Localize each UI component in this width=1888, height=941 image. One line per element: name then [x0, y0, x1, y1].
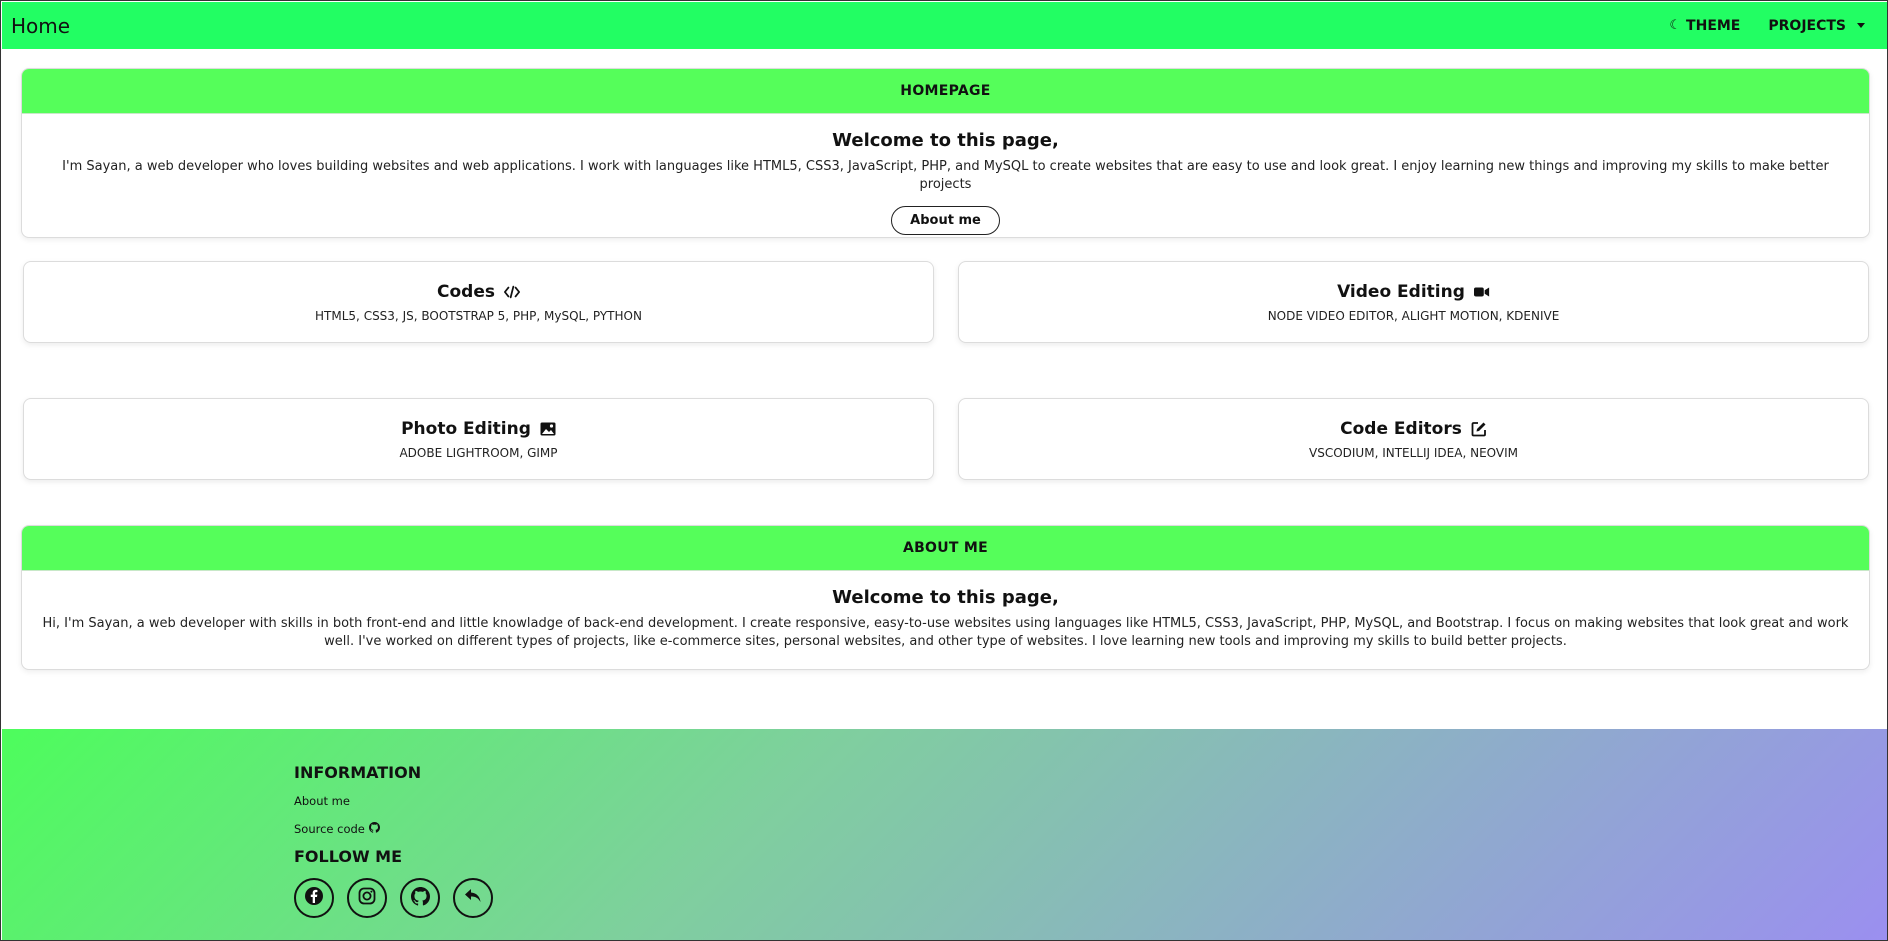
skill-text: HTML5, CSS3, JS, BOOTSTRAP 5, PHP, MySQL… [315, 308, 642, 323]
video-camera-icon [1473, 284, 1490, 300]
nav-right: ☾ THEME PROJECTS [1669, 18, 1865, 34]
navbar: Home ☾ THEME PROJECTS [2, 2, 1887, 49]
facebook-icon [304, 886, 324, 910]
image-icon [540, 421, 556, 437]
page: Home ☾ THEME PROJECTS HOMEPAGE Welcome t… [0, 0, 1888, 941]
skill-title-text: Codes [437, 281, 495, 302]
skill-title: Code Editors [1340, 419, 1487, 439]
footer-content: INFORMATION About me Source code FOLLOW … [294, 763, 493, 918]
homepage-header: HOMEPAGE [22, 69, 1869, 114]
skill-card-code-editors: Code Editors VSCODIUM, INTELLIJ IDEA, NE… [958, 398, 1869, 480]
instagram-link[interactable] [347, 878, 387, 918]
skill-text: NODE VIDEO EDITOR, ALIGHT MOTION, KDENIV… [1267, 308, 1560, 323]
projects-label: PROJECTS [1768, 17, 1846, 34]
homepage-title: Welcome to this page, [832, 130, 1059, 151]
skill-text: VSCODIUM, INTELLIJ IDEA, NEOVIM [1309, 445, 1518, 460]
github-icon [410, 886, 430, 910]
footer-source-link[interactable]: Source code [294, 822, 493, 836]
footer-source-label: Source code [294, 822, 365, 836]
github-small-icon [368, 822, 380, 836]
chevron-down-icon [1857, 23, 1865, 28]
back-link[interactable] [453, 878, 493, 918]
reply-icon [464, 888, 482, 908]
follow-heading: FOLLOW ME [294, 847, 403, 866]
skill-title: Photo Editing [401, 419, 556, 439]
skill-title-text: Video Editing [1337, 281, 1465, 302]
about-text: Hi, I'm Sayan, a web developer with skil… [42, 616, 1849, 649]
about-me-button[interactable]: About me [891, 206, 1000, 235]
facebook-link[interactable] [294, 878, 334, 918]
skill-title-text: Code Editors [1340, 418, 1462, 439]
homepage-body: Welcome to this page, I'm Sayan, a web d… [22, 114, 1869, 235]
about-header: ABOUT ME [22, 526, 1869, 571]
skill-card-codes: Codes HTML5, CSS3, JS, BOOTSTRAP 5, PHP,… [23, 261, 934, 343]
skill-text: ADOBE LIGHTROOM, GIMP [399, 445, 558, 460]
edit-icon [1471, 421, 1487, 437]
about-title: Welcome to this page, [832, 587, 1059, 608]
github-link[interactable] [400, 878, 440, 918]
skill-title-text: Photo Editing [401, 418, 531, 439]
footer-about-label: About me [294, 794, 350, 808]
skill-card-video-editing: Video Editing NODE VIDEO EDITOR, ALIGHT … [958, 261, 1869, 343]
theme-label: THEME [1686, 17, 1741, 34]
home-link[interactable]: Home [11, 14, 70, 38]
about-section: ABOUT ME Welcome to this page, Hi, I'm S… [21, 525, 1870, 670]
homepage-text: I'm Sayan, a web developer who loves bui… [62, 159, 1829, 192]
skill-title: Codes [437, 282, 520, 302]
information-heading: INFORMATION [294, 763, 422, 782]
skill-title: Video Editing [1337, 282, 1490, 302]
theme-toggle[interactable]: ☾ THEME [1669, 18, 1740, 34]
about-body: Welcome to this page, Hi, I'm Sayan, a w… [22, 571, 1869, 651]
code-icon [503, 284, 520, 300]
moon-icon: ☾ [1669, 18, 1682, 33]
social-links [294, 878, 493, 918]
footer: INFORMATION About me Source code FOLLOW … [2, 729, 1887, 940]
skill-card-photo-editing: Photo Editing ADOBE LIGHTROOM, GIMP [23, 398, 934, 480]
homepage-section: HOMEPAGE Welcome to this page, I'm Sayan… [21, 68, 1870, 238]
instagram-icon [358, 887, 376, 909]
footer-about-link[interactable]: About me [294, 794, 493, 808]
projects-dropdown[interactable]: PROJECTS [1768, 18, 1865, 34]
